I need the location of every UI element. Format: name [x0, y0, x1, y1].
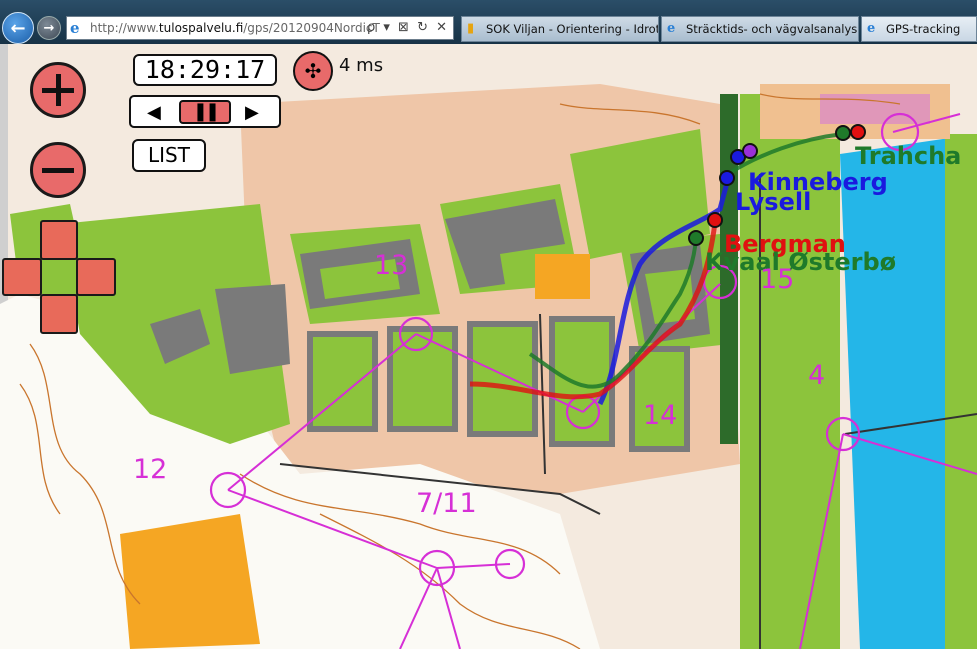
runner-label-lysell[interactable]: Lysell: [735, 188, 811, 216]
control-number-14: 14: [643, 400, 678, 431]
step-forward-button[interactable]: ▶: [245, 102, 259, 124]
pause-button[interactable]: ❚❚: [179, 100, 231, 124]
green-strip-far-east: [945, 134, 977, 649]
back-arrow-icon: ←: [10, 17, 26, 39]
list-button[interactable]: LIST: [132, 139, 206, 172]
ie-bars-icon: ▮: [467, 21, 475, 36]
forward-button[interactable]: →: [37, 16, 61, 40]
pan-left-button[interactable]: [2, 258, 42, 296]
playback-controls: ◀ ❚❚ ▶: [129, 95, 281, 128]
delay-readout: 4 ms: [339, 55, 384, 76]
address-url[interactable]: http://www.tulospalvelu.fi/gps/20120904N…: [90, 21, 380, 35]
address-tools[interactable]: ρ ▾ ⊠ ↻ ✕: [367, 20, 449, 35]
back-button[interactable]: ←: [2, 12, 34, 44]
ie-page-icon: e: [867, 21, 876, 36]
step-back-button[interactable]: ◀: [147, 102, 161, 124]
ie-page-icon: e: [667, 21, 676, 36]
pan-right-button[interactable]: [76, 258, 116, 296]
forward-arrow-icon: →: [43, 20, 55, 36]
collapse-arrows-icon: ✣: [304, 59, 322, 83]
address-bar[interactable]: e http://www.tulospalvelu.fi/gps/2012090…: [66, 16, 454, 40]
tab-gps-tracking[interactable]: e GPS-tracking: [861, 16, 977, 42]
control-number-15: 15: [760, 264, 795, 295]
control-number-7-11: 7/11: [416, 488, 477, 519]
zoom-in-button[interactable]: [30, 62, 86, 118]
speed-toggle-button[interactable]: ✣: [293, 51, 333, 91]
ie-page-icon: e: [70, 19, 80, 37]
tab-stracktids[interactable]: e Sträcktids- och vägvalsanalys -...: [661, 16, 859, 42]
runner-label-trahcha[interactable]: Trahcha: [855, 142, 961, 170]
open-land-sw: [120, 514, 260, 649]
replay-clock: 18:29:17: [133, 54, 277, 86]
pan-down-button[interactable]: [40, 294, 78, 334]
orienteering-map[interactable]: Kinneberg Lysell Bergman Kvaal Østerbø T…: [0, 44, 977, 649]
zoom-out-button[interactable]: [30, 142, 86, 198]
map-canvas[interactable]: [0, 44, 977, 649]
pan-up-button[interactable]: [40, 220, 78, 260]
control-number-4: 4: [808, 360, 826, 391]
runner-label-kvaal[interactable]: Kvaal Østerbø: [705, 248, 896, 276]
playground: [535, 254, 590, 299]
control-number-13: 13: [374, 250, 409, 281]
tab-sok-viljan[interactable]: ▮ SOK Viljan - Orientering - Idrot...: [461, 16, 659, 42]
browser-chrome: ← → e http://www.tulospalvelu.fi/gps/201…: [0, 0, 977, 44]
control-number-12: 12: [133, 454, 168, 485]
